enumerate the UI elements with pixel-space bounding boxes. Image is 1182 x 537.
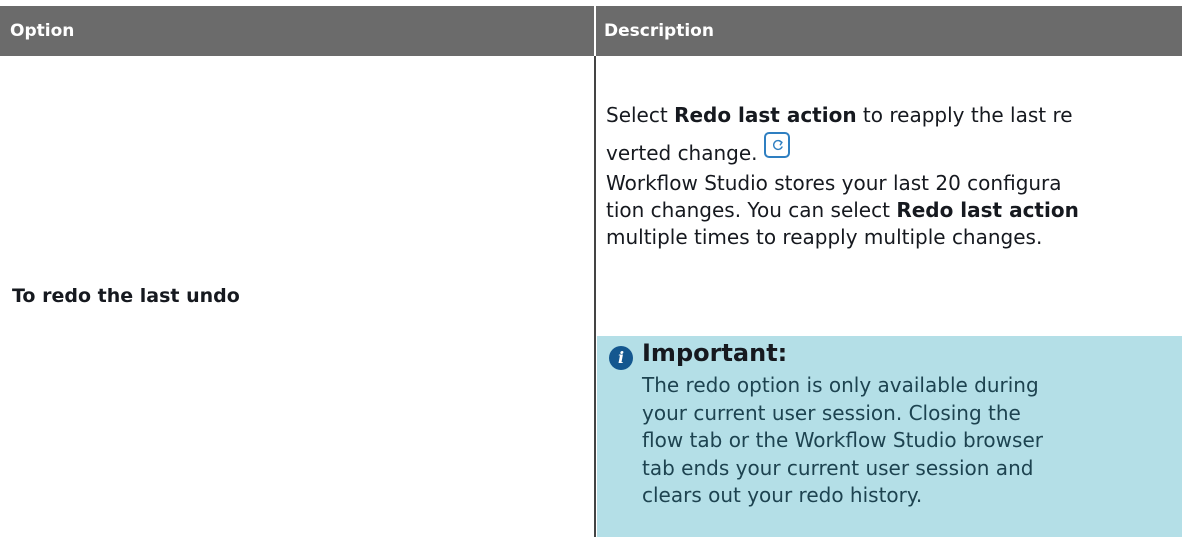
header-divider bbox=[594, 6, 596, 56]
option-cell: To redo the last undo bbox=[12, 285, 240, 307]
info-icon: i bbox=[609, 346, 633, 370]
table-header-row: Option Description bbox=[0, 6, 1182, 56]
redo-icon bbox=[763, 132, 790, 158]
description-cell: Select Redo last action to reapply the l… bbox=[606, 98, 1176, 251]
redo-last-action-term: Redo last action bbox=[674, 103, 857, 127]
column-divider bbox=[594, 56, 596, 537]
header-description: Description bbox=[604, 21, 714, 41]
header-option: Option bbox=[10, 21, 75, 41]
history-info: Workflow Studio stores your last 20 conf… bbox=[606, 171, 1079, 249]
important-title: Important: bbox=[642, 339, 788, 367]
options-table: Option Description To redo the last undo… bbox=[0, 0, 1182, 537]
important-note: i Important: The redo option is only ava… bbox=[597, 336, 1182, 537]
important-text: The redo option is only available during… bbox=[642, 373, 1043, 507]
redo-instruction: Select Redo last action to reapply the l… bbox=[606, 103, 1073, 165]
